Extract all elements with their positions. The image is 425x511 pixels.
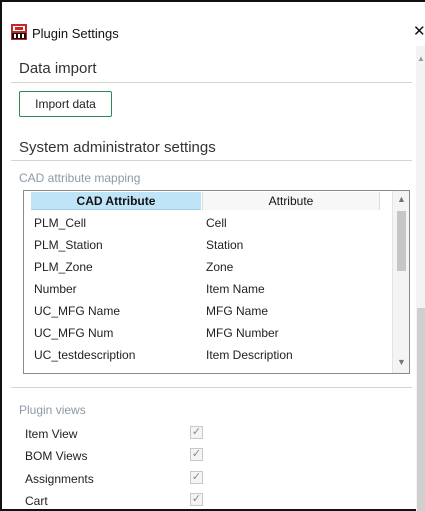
- table-row[interactable]: PLM_Zone Zone: [24, 256, 393, 278]
- divider: [11, 160, 412, 161]
- divider: [11, 82, 412, 83]
- cad-attribute-cell: PLM_Zone: [34, 260, 93, 274]
- cart-label: Cart: [25, 494, 48, 508]
- bom-views-checkbox[interactable]: ✓: [190, 448, 203, 461]
- table-row[interactable]: UC_testdescription Item Description: [24, 344, 393, 366]
- close-icon[interactable]: ✕: [413, 22, 425, 42]
- table-row[interactable]: PLM_Station Station: [24, 234, 393, 256]
- title-bar: Plugin Settings ✕: [2, 2, 425, 46]
- item-view-label: Item View: [25, 427, 78, 441]
- plugin-views-label: Plugin views: [19, 403, 86, 417]
- column-header-cad-attribute[interactable]: CAD Attribute: [31, 192, 201, 210]
- cart-checkbox[interactable]: ✓: [190, 493, 203, 506]
- cad-attribute-cell: PLM_Cell: [34, 216, 87, 230]
- attribute-cell: Item Description: [206, 348, 293, 362]
- scroll-thumb[interactable]: [397, 211, 406, 271]
- cad-mapping-label: CAD attribute mapping: [19, 171, 141, 185]
- scroll-up-icon[interactable]: ▲: [397, 194, 406, 204]
- table-row[interactable]: UC_MFG Name MFG Name: [24, 300, 393, 322]
- window-title: Plugin Settings: [32, 26, 119, 41]
- table-row[interactable]: UC_MFG Num MFG Number: [24, 322, 393, 344]
- scroll-thumb[interactable]: [417, 308, 425, 511]
- attribute-cell: Item Name: [206, 282, 265, 296]
- attribute-cell: Cell: [206, 216, 227, 230]
- settings-content: Data import Import data System administr…: [2, 46, 412, 511]
- bom-views-label: BOM Views: [25, 449, 88, 463]
- cad-attribute-cell: UC_MFG Name: [34, 304, 121, 318]
- grid-scrollbar[interactable]: ▲ ▼: [392, 191, 409, 373]
- assignments-label: Assignments: [25, 472, 94, 486]
- table-row[interactable]: PLM_Cell Cell: [24, 212, 393, 234]
- attribute-cell: Station: [206, 238, 244, 252]
- window-scrollbar[interactable]: ▲: [416, 46, 425, 511]
- data-import-heading: Data import: [19, 60, 97, 77]
- cad-attribute-cell: UC_testdescription: [34, 348, 136, 362]
- table-row[interactable]: Number Item Name: [24, 278, 393, 300]
- cad-attribute-grid[interactable]: CAD Attribute Attribute PLM_Cell Cell PL…: [23, 190, 410, 374]
- scroll-down-icon[interactable]: ▼: [397, 357, 406, 367]
- attribute-cell: Zone: [206, 260, 234, 274]
- divider: [11, 387, 412, 388]
- cad-attribute-cell: PLM_Station: [34, 238, 103, 252]
- cad-attribute-cell: UC_MFG Num: [34, 326, 114, 340]
- admin-settings-heading: System administrator settings: [19, 139, 216, 156]
- assignments-checkbox[interactable]: ✓: [190, 471, 203, 484]
- plugin-settings-window: Plugin Settings ✕ Data import Import dat…: [0, 0, 425, 511]
- scroll-up-icon[interactable]: ▲: [417, 54, 425, 63]
- plugin-app-icon: [11, 24, 27, 40]
- item-view-checkbox[interactable]: ✓: [190, 426, 203, 439]
- attribute-cell: MFG Name: [206, 304, 269, 318]
- import-data-button[interactable]: Import data: [19, 91, 112, 117]
- cad-attribute-cell: Number: [34, 282, 77, 296]
- attribute-cell: MFG Number: [206, 326, 279, 340]
- grid-header: CAD Attribute Attribute: [24, 191, 393, 211]
- column-header-attribute[interactable]: Attribute: [202, 192, 380, 210]
